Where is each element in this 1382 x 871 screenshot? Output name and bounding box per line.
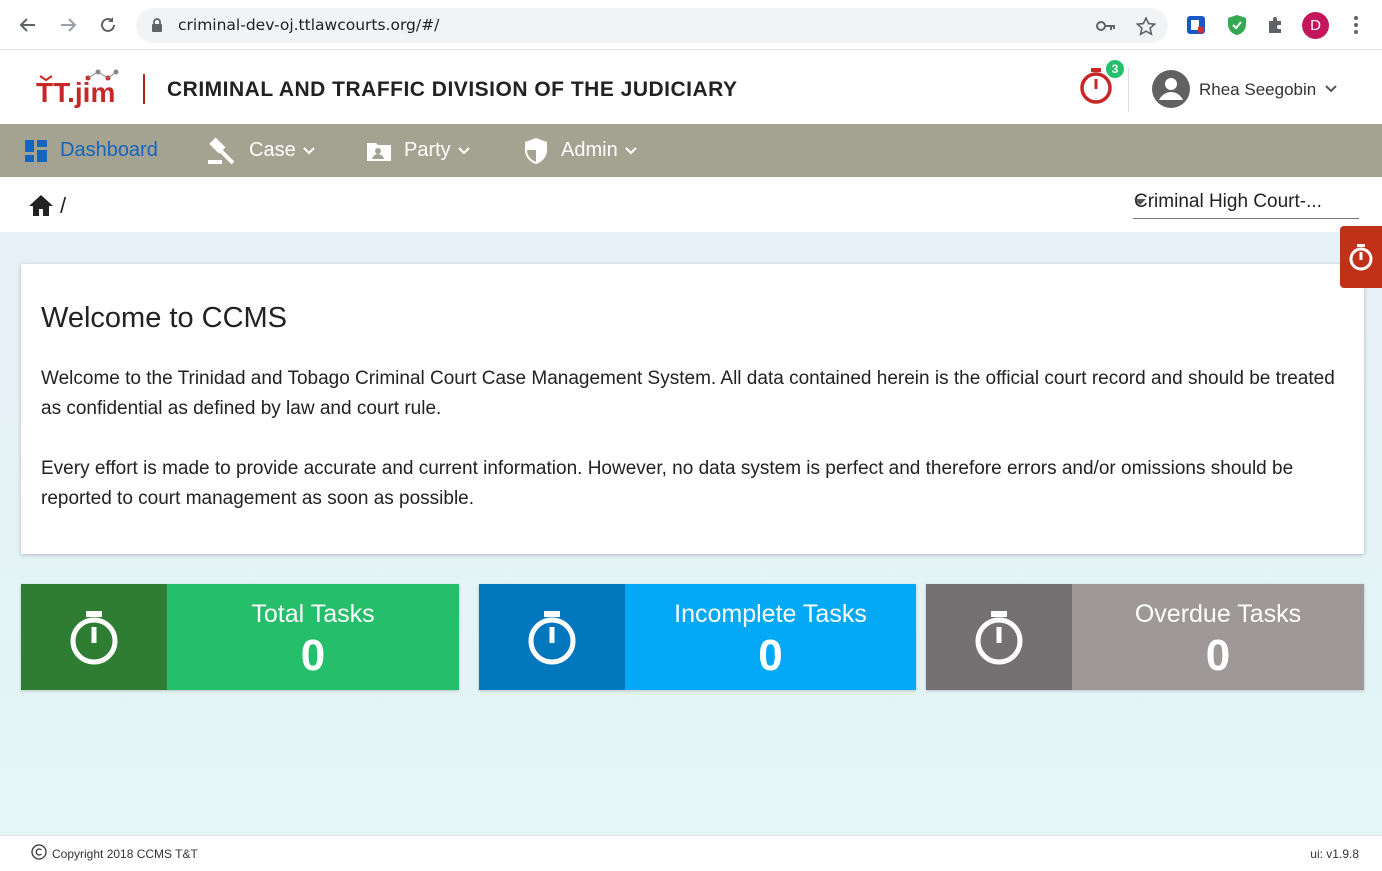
user-name[interactable]: Rhea Seegobin [1199,80,1316,100]
back-arrow-icon [19,18,35,32]
floating-timer-button[interactable] [1340,226,1382,288]
logo-divider [143,74,145,104]
browser-toolbar: criminal-dev-oj.ttlawcourts.org/#/ D [0,0,1382,50]
division-title: CRIMINAL AND TRAFFIC DIVISION OF THE JUD… [167,78,738,101]
key-icon[interactable] [1096,17,1116,35]
contact-card-icon [366,140,392,162]
nav-case-label: Case [249,139,296,161]
lock-icon [152,18,162,32]
forward-button[interactable] [54,11,82,39]
tile-label: Incomplete Tasks [674,600,867,628]
reload-icon [101,17,115,32]
main-content: Welcome to CCMS Welcome to the Trinidad … [0,232,1382,835]
nav-admin[interactable]: Admin [523,124,638,177]
footer: Copyright 2018 CCMS T&T ui: v1.9.8 [0,835,1382,871]
header-divider [1128,68,1129,112]
nav-dashboard[interactable]: Dashboard [24,124,158,177]
user-avatar-icon[interactable] [1152,70,1190,108]
timer-count-badge: 3 [1106,60,1124,78]
profile-avatar[interactable]: D [1302,12,1329,39]
breadcrumb: / Criminal High Court-... [0,177,1382,232]
welcome-card: Welcome to CCMS Welcome to the Trinidad … [21,264,1364,554]
stopwatch-icon [1349,244,1373,271]
puzzle-extensions-icon[interactable] [1264,13,1288,37]
copyright-icon [31,844,47,860]
back-button[interactable] [14,11,42,39]
main-navbar: Dashboard Case Party Admin [0,124,1382,177]
address-bar[interactable]: criminal-dev-oj.ttlawcourts.org/#/ [136,8,1168,43]
url-text: criminal-dev-oj.ttlawcourts.org/#/ [178,16,440,34]
chevron-down-icon [457,144,471,158]
shield-icon [523,137,549,165]
stopwatch-icon [926,584,1072,690]
page-title: Welcome to CCMS [41,302,288,334]
nav-admin-label: Admin [561,139,618,161]
tile-count: 0 [1205,631,1231,680]
welcome-paragraph-2: Every effort is made to provide accurate… [41,458,1294,509]
chevron-down-icon [302,144,316,158]
tile-label: Total Tasks [251,600,375,628]
shield-extension-icon[interactable] [1225,13,1249,37]
breadcrumb-separator: / [60,193,67,218]
nav-dashboard-label: Dashboard [60,139,158,161]
bookmark-star-icon[interactable] [1136,17,1156,36]
forward-arrow-icon [61,18,77,32]
reload-button[interactable] [94,11,122,39]
tile-label: Overdue Tasks [1134,600,1302,628]
gavel-icon [207,137,237,165]
welcome-paragraph-1: Welcome to the Trinidad and Tobago Crimi… [41,368,1335,419]
nav-case[interactable]: Case [207,124,316,177]
dashboard-icon [24,139,48,163]
incomplete-tasks-tile[interactable]: Incomplete Tasks 0 [479,584,916,690]
home-icon[interactable] [28,193,54,217]
copyright-text: Copyright 2018 CCMS T&T [52,847,198,861]
chevron-down-icon [624,144,638,158]
extension-1-icon[interactable] [1184,13,1208,37]
svg-text:TT.jim: TT.jim [36,77,115,108]
stopwatch-icon [479,584,625,690]
overdue-tasks-tile[interactable]: Overdue Tasks 0 [926,584,1364,690]
nav-party-label: Party [404,139,451,161]
court-select[interactable]: Criminal High Court-... [1133,189,1359,219]
version-text: ui: v1.9.8 [1310,847,1359,861]
ttjim-logo[interactable]: TT.jim [36,68,126,112]
tile-count: 0 [758,631,783,680]
total-tasks-tile[interactable]: Total Tasks 0 [21,584,459,690]
chevron-down-icon[interactable] [1324,82,1338,96]
court-select-value: Criminal High Court-... [1134,191,1322,212]
dropdown-arrow-icon [1134,199,1146,205]
menu-kebab-icon[interactable] [1348,14,1364,36]
tile-count: 0 [300,631,326,680]
stopwatch-icon [21,584,167,690]
nav-party[interactable]: Party [366,124,471,177]
